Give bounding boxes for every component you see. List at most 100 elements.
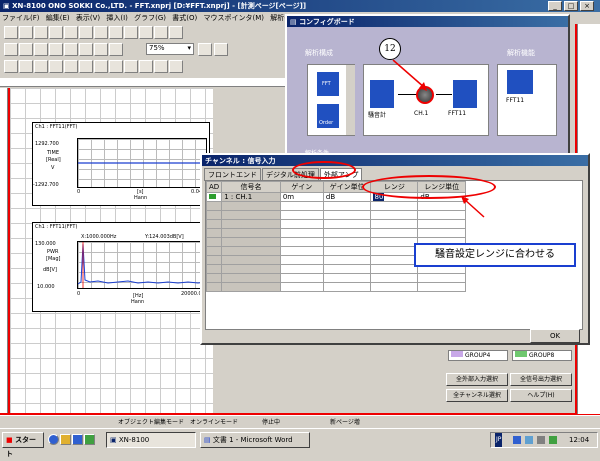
italic-icon[interactable] [19, 60, 33, 73]
table-row[interactable] [206, 210, 466, 220]
fft11-function-icon[interactable] [506, 69, 534, 95]
tray-icon-3[interactable] [549, 436, 557, 444]
select-all-channels-button[interactable]: 全チャンネル選択 [446, 389, 508, 402]
empty-cell[interactable] [417, 228, 466, 238]
empty-cell[interactable] [221, 273, 281, 283]
object-icon[interactable] [79, 43, 93, 56]
empty-cell[interactable] [206, 228, 223, 238]
group4-item[interactable]: GROUP4 [448, 350, 508, 361]
empty-cell[interactable] [206, 246, 223, 256]
fill-icon[interactable] [94, 60, 108, 73]
empty-cell[interactable] [417, 282, 466, 292]
text-icon[interactable] [139, 26, 153, 39]
ok-button[interactable]: OK [530, 329, 580, 343]
empty-cell[interactable] [322, 282, 372, 292]
empty-cell[interactable] [322, 255, 372, 265]
table-icon[interactable] [64, 43, 78, 56]
minimize-button[interactable]: _ [548, 1, 562, 11]
empty-cell[interactable] [370, 228, 419, 238]
signal-name-cell[interactable]: 1 : CH.1 [221, 192, 281, 202]
group8-item[interactable]: GROUP8 [512, 350, 572, 361]
empty-cell[interactable] [279, 219, 324, 229]
empty-cell[interactable] [221, 255, 281, 265]
rotate-icon[interactable] [169, 60, 183, 73]
table-row[interactable] [206, 201, 466, 211]
cut-icon[interactable] [64, 26, 78, 39]
select-icon[interactable] [124, 60, 138, 73]
empty-cell[interactable] [221, 237, 281, 247]
gain-cell[interactable]: 0m [279, 192, 324, 202]
empty-cell[interactable] [322, 237, 372, 247]
redo-icon[interactable] [169, 26, 183, 39]
menu-mouse-pointer[interactable]: マウスポインタ(M) [203, 14, 264, 22]
select-all-signal-output-button[interactable]: 全信号出力選択 [510, 373, 572, 386]
empty-cell[interactable] [221, 246, 281, 256]
empty-cell[interactable] [279, 282, 324, 292]
ad-indicator[interactable] [206, 192, 223, 202]
empty-cell[interactable] [322, 264, 372, 274]
empty-cell[interactable] [279, 237, 324, 247]
empty-cell[interactable] [279, 228, 324, 238]
select-all-external-input-button[interactable]: 全外部入力選択 [446, 373, 508, 386]
new-icon[interactable] [4, 26, 18, 39]
empty-cell[interactable] [279, 210, 324, 220]
empty-cell[interactable] [370, 255, 419, 265]
frame-icon[interactable] [94, 43, 108, 56]
print-icon[interactable] [49, 26, 63, 39]
empty-cell[interactable] [206, 237, 223, 247]
table-row[interactable] [206, 273, 466, 283]
palette-scrollbar[interactable] [346, 65, 355, 135]
table-row[interactable] [206, 219, 466, 229]
empty-cell[interactable] [322, 246, 372, 256]
paste-icon[interactable] [94, 26, 108, 39]
empty-cell[interactable] [279, 264, 324, 274]
empty-cell[interactable] [221, 210, 281, 220]
save-icon[interactable] [34, 26, 48, 39]
empty-cell[interactable] [206, 201, 223, 211]
empty-cell[interactable] [370, 273, 419, 283]
maximize-button[interactable]: □ [564, 1, 578, 11]
empty-cell[interactable] [370, 219, 419, 229]
menu-format[interactable]: 書式(O) [172, 14, 197, 22]
font-icon[interactable] [49, 60, 63, 73]
volume-icon[interactable] [537, 436, 545, 444]
order-module-icon[interactable]: Order [316, 103, 340, 129]
open-icon[interactable] [19, 26, 33, 39]
empty-cell[interactable] [322, 228, 372, 238]
empty-cell[interactable] [322, 273, 372, 283]
copy-icon[interactable] [79, 26, 93, 39]
empty-cell[interactable] [370, 282, 419, 292]
empty-cell[interactable] [221, 282, 281, 292]
start-button[interactable]: ■ スタート [2, 432, 44, 458]
empty-cell[interactable] [279, 255, 324, 265]
line-icon[interactable] [79, 60, 93, 73]
zoom-in-icon[interactable] [198, 43, 212, 56]
menu-edit[interactable]: 編集(E) [46, 14, 70, 22]
menu-insert[interactable]: 挿入(I) [106, 14, 128, 22]
empty-cell[interactable] [206, 219, 223, 229]
layout-icon[interactable] [19, 43, 33, 56]
time-graph[interactable]: Ch1 : FFT11(FFT) 1292.700 TIME [Real] V … [32, 122, 210, 206]
undo-icon[interactable] [154, 26, 168, 39]
color-icon[interactable] [64, 60, 78, 73]
menu-file[interactable]: ファイル(F) [2, 14, 40, 22]
empty-cell[interactable] [370, 237, 419, 247]
empty-cell[interactable] [279, 201, 324, 211]
box-icon[interactable] [109, 43, 123, 56]
menu-graph[interactable]: グラフ(G) [134, 14, 166, 22]
empty-cell[interactable] [206, 282, 223, 292]
task-word[interactable]: ▤ 文書 1 - Microsoft Word [200, 432, 310, 448]
spectrum-graph[interactable]: Ch1 : FFT11(FFT) X:1000.000Hz Y:124.003d… [32, 222, 210, 312]
page-icon[interactable] [4, 43, 18, 56]
help-button[interactable]: ヘルプ(H) [510, 389, 572, 402]
empty-cell[interactable] [417, 219, 466, 229]
empty-cell[interactable] [206, 210, 223, 220]
empty-cell[interactable] [417, 273, 466, 283]
zoom-out-icon[interactable] [214, 43, 228, 56]
align-icon[interactable] [49, 43, 63, 56]
empty-cell[interactable] [206, 255, 223, 265]
table-row[interactable] [206, 282, 466, 292]
empty-cell[interactable] [206, 264, 223, 274]
task-xn8100[interactable]: ▣ XN-8100 [106, 432, 196, 448]
empty-cell[interactable] [279, 273, 324, 283]
